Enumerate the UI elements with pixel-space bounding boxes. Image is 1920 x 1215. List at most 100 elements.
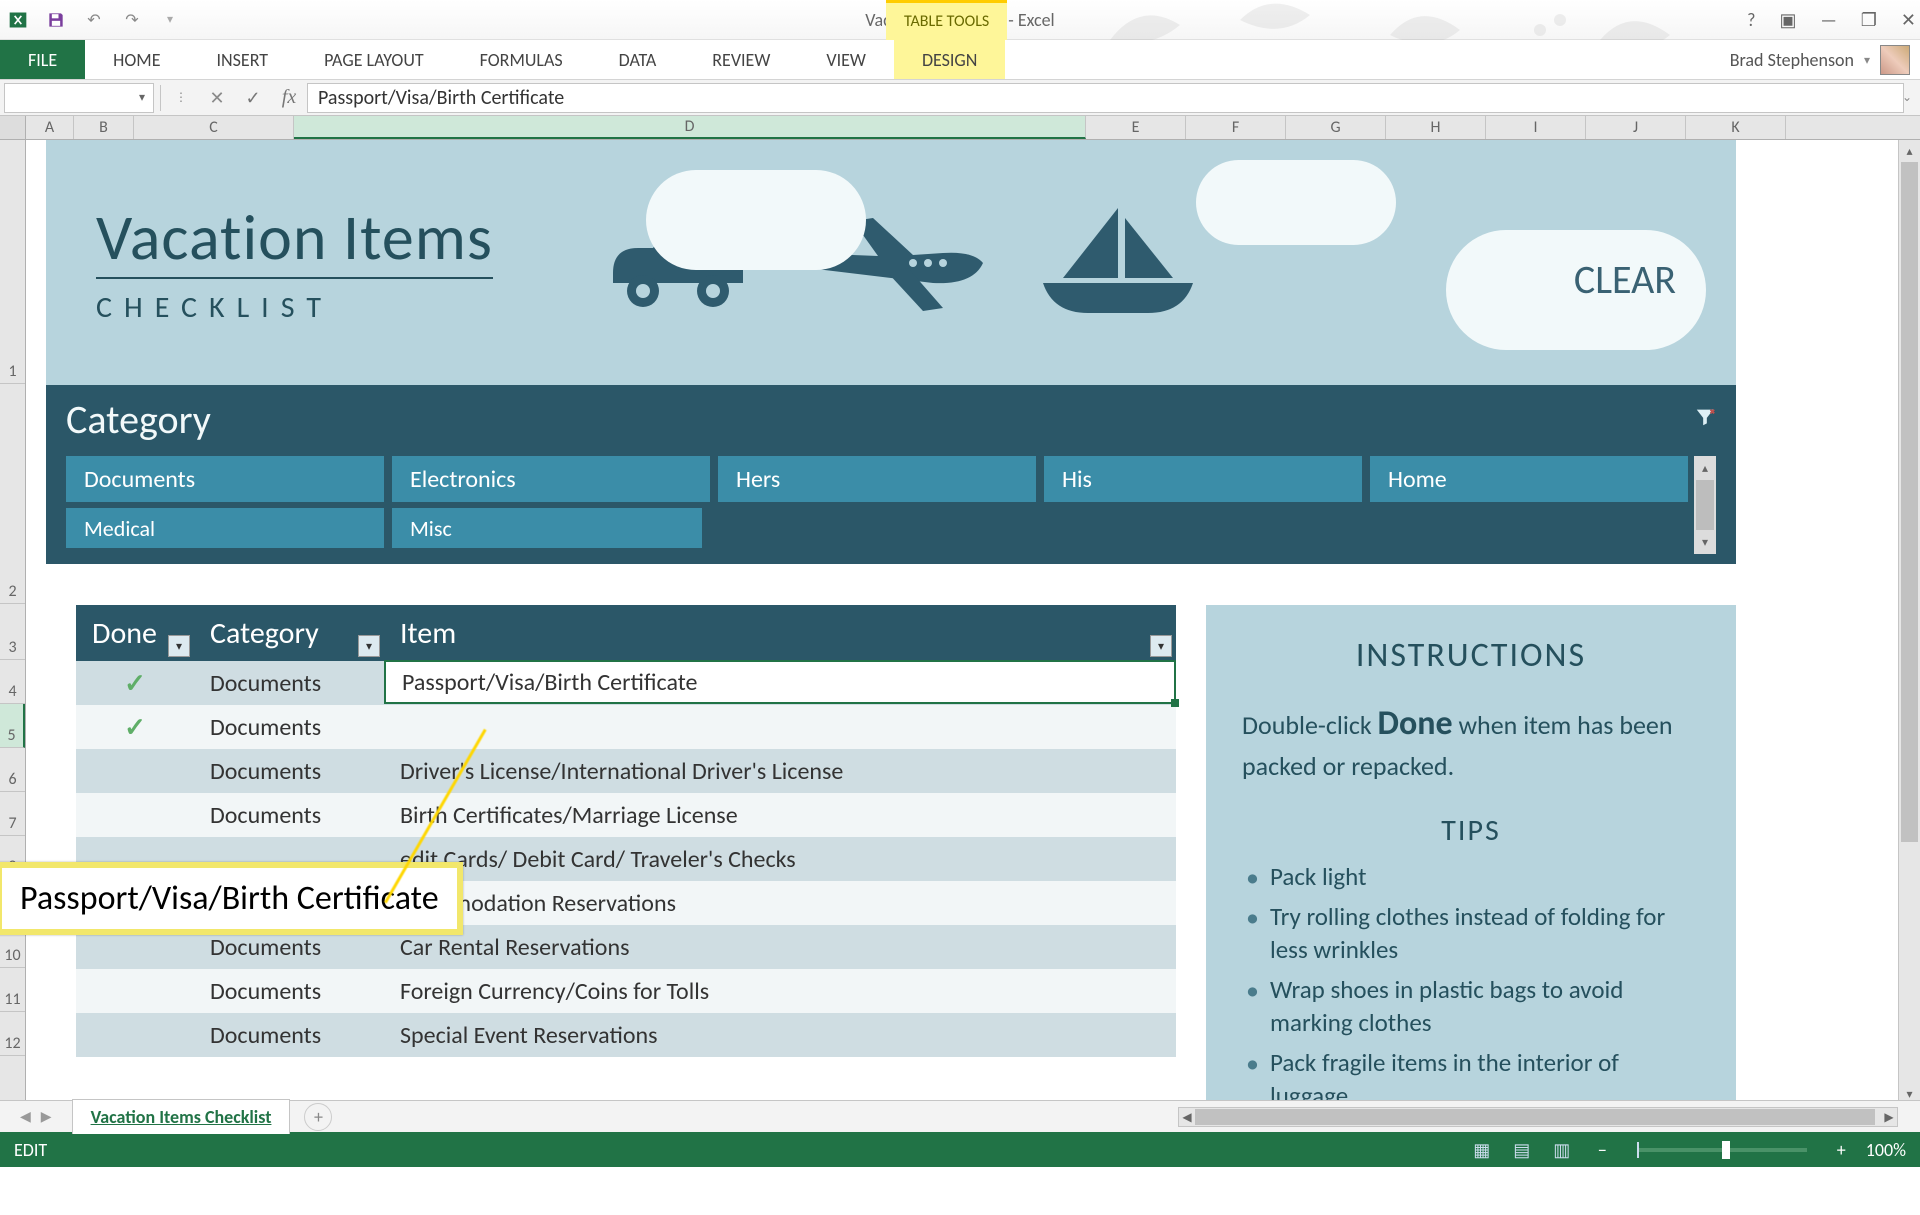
clear-button[interactable]: CLEAR [1574,255,1676,304]
close-icon[interactable]: ✕ [1901,9,1916,31]
minimize-icon[interactable]: — [1820,9,1836,31]
sheet-nav-prev-icon[interactable]: ◀ [20,1108,31,1125]
horizontal-scrollbar[interactable]: ◀ ▶ [1178,1107,1898,1127]
zoom-level[interactable]: 100% [1866,1139,1906,1161]
col-I[interactable]: I [1486,116,1586,139]
slicer-item-medical[interactable]: Medical [66,508,384,548]
help-icon[interactable]: ? [1747,9,1755,31]
col-B[interactable]: B [74,116,134,139]
zoom-slider[interactable] [1637,1148,1807,1152]
table-row[interactable]: Documents Special Event Reservations [76,1013,1176,1057]
tab-home[interactable]: HOME [85,40,188,79]
select-all-corner[interactable] [0,116,26,139]
new-sheet-icon[interactable]: + [304,1103,332,1131]
instructions-text: Double-click Done when item has been pac… [1242,700,1700,784]
redo-icon[interactable]: ↷ [122,10,142,30]
tab-page-layout[interactable]: PAGE LAYOUT [296,40,452,79]
row-7[interactable]: 7 [0,792,25,836]
qat-customize-icon[interactable]: ▾ [160,10,180,30]
table-row[interactable]: Documents Driver's License/International… [76,749,1176,793]
save-icon[interactable] [46,10,66,30]
user-avatar[interactable] [1880,45,1910,75]
clear-filter-icon[interactable] [1694,406,1716,434]
page-subtitle: CHECKLIST [96,289,493,326]
row-12[interactable]: 12 [0,1012,25,1056]
page-break-view-icon[interactable]: ▥ [1546,1138,1578,1162]
row-11[interactable]: 11 [0,968,25,1012]
slicer-item-hers[interactable]: Hers [718,456,1036,502]
tab-data[interactable]: DATA [591,40,685,79]
slicer-title: Category [66,395,211,444]
expand-formula-bar-icon[interactable]: ⌄ [1902,90,1912,105]
fx-icon[interactable]: fx [271,83,307,113]
sheet-nav-next-icon[interactable]: ▶ [41,1108,52,1125]
selected-cell[interactable]: Passport/Visa/Birth Certificate [384,660,1176,704]
col-header-item[interactable]: Item ▾ [384,605,1176,661]
slicer-item-his[interactable]: His [1044,456,1362,502]
table-tools-contextual-tab: TABLE TOOLS [886,0,1007,40]
name-box-dropdown-icon[interactable]: ▾ [139,90,145,105]
page-layout-view-icon[interactable]: ▤ [1506,1138,1538,1162]
undo-icon[interactable]: ↶ [84,10,104,30]
tip-item: Wrap shoes in plastic bags to avoid mark… [1242,974,1700,1039]
tab-review[interactable]: REVIEW [684,40,798,79]
col-D[interactable]: D [294,116,1086,139]
table-row[interactable]: Documents Foreign Currency/Coins for Tol… [76,969,1176,1013]
name-box[interactable]: ▾ [4,83,154,113]
status-mode: EDIT [14,1139,47,1161]
slicer-item-home[interactable]: Home [1370,456,1688,502]
tip-item: Try rolling clothes instead of folding f… [1242,901,1700,966]
filter-done-icon[interactable]: ▾ [168,635,190,657]
page-title: Vacation Items [96,199,493,279]
table-row[interactable]: Documents Birth Certificates/Marriage Li… [76,793,1176,837]
instructions-title: INSTRUCTIONS [1242,635,1700,676]
file-tab[interactable]: FILE [0,40,85,79]
table-row[interactable]: ✓ Documents [76,705,1176,749]
zoom-in-icon[interactable]: + [1837,1139,1846,1161]
col-header-category[interactable]: Category ▾ [194,605,384,661]
check-icon: ✓ [92,711,178,743]
col-header-done[interactable]: Done ▾ [76,605,194,661]
row-4[interactable]: 4 [0,660,25,704]
filter-category-icon[interactable]: ▾ [358,635,380,657]
filter-item-icon[interactable]: ▾ [1150,635,1172,657]
col-K[interactable]: K [1686,116,1786,139]
row-6[interactable]: 6 [0,748,25,792]
slicer-item-misc[interactable]: Misc [392,508,702,548]
slicer-item-documents[interactable]: Documents [66,456,384,502]
callout-label: Passport/Visa/Birth Certificate [0,862,463,935]
vertical-scrollbar[interactable]: ▴ ▾ [1898,140,1920,1105]
ribbon-display-options-icon[interactable]: ▣ [1779,9,1796,31]
excel-icon [8,10,28,30]
tab-insert[interactable]: INSERT [188,40,296,79]
row-1[interactable]: 1 [0,140,25,384]
category-slicer: Category Documents Electronics Hers His … [46,385,1736,564]
tab-design[interactable]: DESIGN [894,40,1005,79]
enter-formula-icon[interactable]: ✓ [235,83,271,113]
zoom-out-icon[interactable]: − [1598,1139,1607,1161]
col-A[interactable]: A [26,116,74,139]
user-name[interactable]: Brad Stephenson [1730,49,1854,71]
row-3[interactable]: 3 [0,604,25,660]
row-2[interactable]: 2 [0,384,25,604]
col-F[interactable]: F [1186,116,1286,139]
formula-input[interactable]: Passport/Visa/Birth Certificate [307,83,1904,113]
boat-icon [1033,198,1203,328]
col-J[interactable]: J [1586,116,1686,139]
cancel-formula-icon[interactable]: ✕ [199,83,235,113]
hero-banner: Vacation Items CHECKLIST [46,140,1736,385]
maximize-icon[interactable]: ❐ [1861,9,1877,31]
col-H[interactable]: H [1386,116,1486,139]
fill-handle[interactable] [1171,699,1179,707]
insert-function-expand-icon[interactable]: ⋮ [163,83,199,113]
slicer-item-electronics[interactable]: Electronics [392,456,710,502]
sheet-tab[interactable]: Vacation Items Checklist [72,1099,291,1134]
row-5[interactable]: 5 [0,704,25,748]
normal-view-icon[interactable]: ▦ [1466,1138,1498,1162]
col-C[interactable]: C [134,116,294,139]
tips-title: TIPS [1242,812,1700,849]
tab-view[interactable]: VIEW [798,40,894,79]
col-E[interactable]: E [1086,116,1186,139]
col-G[interactable]: G [1286,116,1386,139]
tab-formulas[interactable]: FORMULAS [452,40,591,79]
